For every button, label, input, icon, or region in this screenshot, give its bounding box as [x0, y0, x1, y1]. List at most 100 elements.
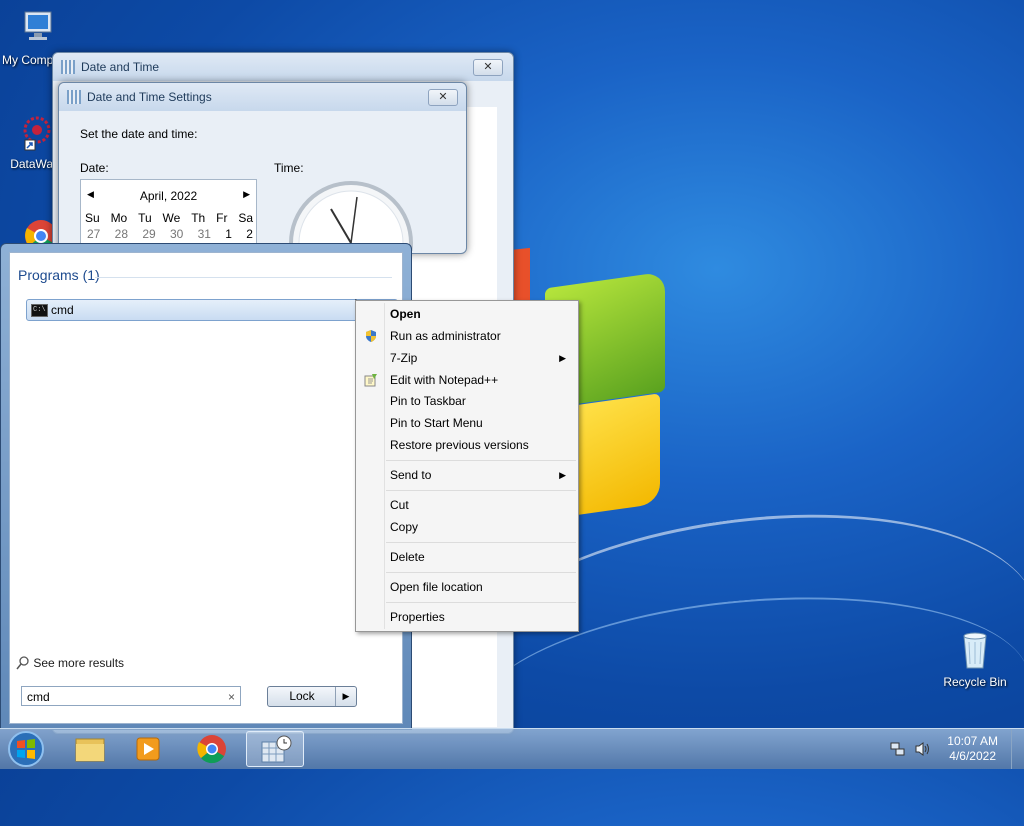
programs-heading: Programs (1) [18, 267, 100, 283]
command-prompt-icon [31, 300, 48, 320]
calendar-icon [61, 60, 75, 74]
menu-item-open[interactable]: Open [358, 303, 576, 325]
clock-time: 10:07 AM [947, 734, 998, 748]
menu-item-label: Delete [390, 550, 425, 564]
menu-item-7zip[interactable]: 7-Zip ▶ [358, 347, 576, 369]
computer-icon [24, 11, 52, 40]
menu-item-pin-taskbar[interactable]: Pin to Taskbar [358, 390, 576, 412]
menu-item-label: Copy [390, 520, 419, 534]
taskbar-date-time[interactable] [246, 731, 304, 767]
menu-item-properties[interactable]: Properties [358, 606, 576, 628]
menu-item-delete[interactable]: Delete [358, 546, 576, 568]
desktop-icon-label: Recycle Bin [943, 675, 1007, 689]
media-player-icon [136, 737, 160, 761]
dialog-titlebar[interactable]: Date and Time Settings ✕ [59, 83, 466, 111]
menu-item-label: Run as administrator [390, 329, 501, 343]
datawag-icon [23, 116, 51, 151]
weekday: We [162, 211, 181, 225]
calendar-day[interactable]: 29 [142, 227, 155, 241]
menu-item-cut[interactable]: Cut [358, 494, 576, 516]
menu-item-label: Restore previous versions [390, 438, 529, 452]
clock-date: 4/6/2022 [949, 749, 996, 763]
see-more-label: See more results [33, 656, 125, 670]
program-item-cmd[interactable]: cmd [26, 299, 398, 321]
menu-item-restore-previous-versions[interactable]: Restore previous versions [358, 434, 576, 456]
weekday: Sa [238, 211, 253, 225]
menu-item-open-file-location[interactable]: Open file location [358, 576, 576, 598]
calendar-month[interactable]: April, 2022 [81, 189, 256, 203]
calendar-day[interactable]: 30 [170, 227, 183, 241]
instruction-text: Set the date and time: [80, 127, 198, 141]
taskbar-chrome[interactable] [184, 731, 240, 767]
time-label: Time: [274, 161, 304, 175]
taskbar: 10:07 AM 4/6/2022 [0, 728, 1024, 769]
weekday: Th [191, 211, 206, 225]
weekday: Su [85, 211, 100, 225]
menu-separator [386, 572, 576, 573]
folder-icon [75, 738, 105, 762]
close-button[interactable]: ✕ [473, 59, 503, 76]
menu-separator [386, 460, 576, 461]
menu-item-copy[interactable]: Copy [358, 516, 576, 538]
dialog-title: Date and Time Settings [87, 90, 212, 104]
search-icon [16, 656, 29, 670]
menu-item-edit-notepadpp[interactable]: Edit with Notepad++ [358, 369, 576, 391]
calendar-day[interactable]: 28 [115, 227, 128, 241]
wallpaper-flag-yellow [565, 393, 660, 517]
weekday: Fr [216, 211, 228, 225]
calendar-day[interactable]: 2 [246, 227, 253, 241]
taskbar-media-player[interactable] [120, 731, 176, 767]
calendar-clock-icon [261, 735, 292, 763]
date-label: Date: [80, 161, 109, 175]
recycle-bin-icon [963, 632, 987, 669]
calendar-week-row: 27 28 29 30 31 1 2 [87, 227, 253, 241]
menu-item-send-to[interactable]: Send to ▶ [358, 464, 576, 486]
start-button[interactable] [6, 730, 46, 768]
calendar-icon [67, 90, 81, 104]
system-clock[interactable]: 10:07 AM 4/6/2022 [947, 734, 998, 764]
menu-item-label: 7-Zip [390, 351, 418, 365]
search-value: cmd [27, 690, 50, 704]
calendar: ◀ April, 2022 ▶ Su Mo Tu We Th Fr Sa 27 … [80, 179, 257, 251]
start-search-input[interactable]: cmd × [21, 686, 241, 706]
calendar-next-button[interactable]: ▶ [243, 189, 250, 200]
menu-item-label: Send to [390, 468, 432, 482]
chrome-icon [197, 735, 226, 764]
menu-item-label: Pin to Start Menu [390, 416, 483, 430]
date-time-settings-dialog: Date and Time Settings ✕ Set the date an… [58, 82, 467, 254]
submenu-arrow-icon: ▶ [559, 353, 566, 363]
menu-item-pin-start-menu[interactable]: Pin to Start Menu [358, 412, 576, 434]
close-button[interactable]: ✕ [428, 89, 458, 106]
calendar-day[interactable]: 1 [225, 227, 232, 241]
network-icon[interactable] [890, 741, 906, 757]
calendar-day[interactable]: 31 [198, 227, 211, 241]
menu-separator [386, 490, 576, 491]
desktop-icon-recycle-bin[interactable]: Recycle Bin [940, 630, 1010, 689]
menu-separator [386, 602, 576, 603]
calendar-weekdays: Su Mo Tu We Th Fr Sa [85, 211, 253, 225]
menu-item-label: Pin to Taskbar [390, 394, 466, 408]
taskbar-explorer[interactable] [62, 731, 118, 767]
weekday: Tu [138, 211, 152, 225]
power-button: Lock ▶ [267, 686, 357, 707]
divider [95, 277, 392, 278]
see-more-results-link[interactable]: See more results [16, 656, 124, 670]
uac-shield-icon [366, 330, 376, 342]
program-label: cmd [51, 303, 74, 317]
submenu-arrow-icon: ▶ [559, 470, 566, 480]
power-options-arrow[interactable]: ▶ [335, 687, 356, 706]
clear-search-icon[interactable]: × [228, 687, 235, 707]
weekday: Mo [110, 211, 128, 225]
calendar-day[interactable]: 27 [87, 227, 100, 241]
menu-item-label: Open [390, 307, 421, 321]
show-desktop-button[interactable] [1011, 729, 1024, 769]
menu-item-label: Cut [390, 498, 409, 512]
menu-item-run-as-administrator[interactable]: Run as administrator [358, 325, 576, 347]
context-menu: Open Run as administrator 7-Zip ▶ Edit wi… [355, 300, 579, 632]
window-titlebar[interactable]: Date and Time ✕ [53, 53, 513, 81]
menu-item-label: Open file location [390, 580, 483, 594]
analog-clock [289, 181, 413, 251]
window-title: Date and Time [81, 60, 160, 74]
volume-icon[interactable] [914, 741, 932, 757]
lock-button[interactable]: Lock [268, 687, 336, 706]
